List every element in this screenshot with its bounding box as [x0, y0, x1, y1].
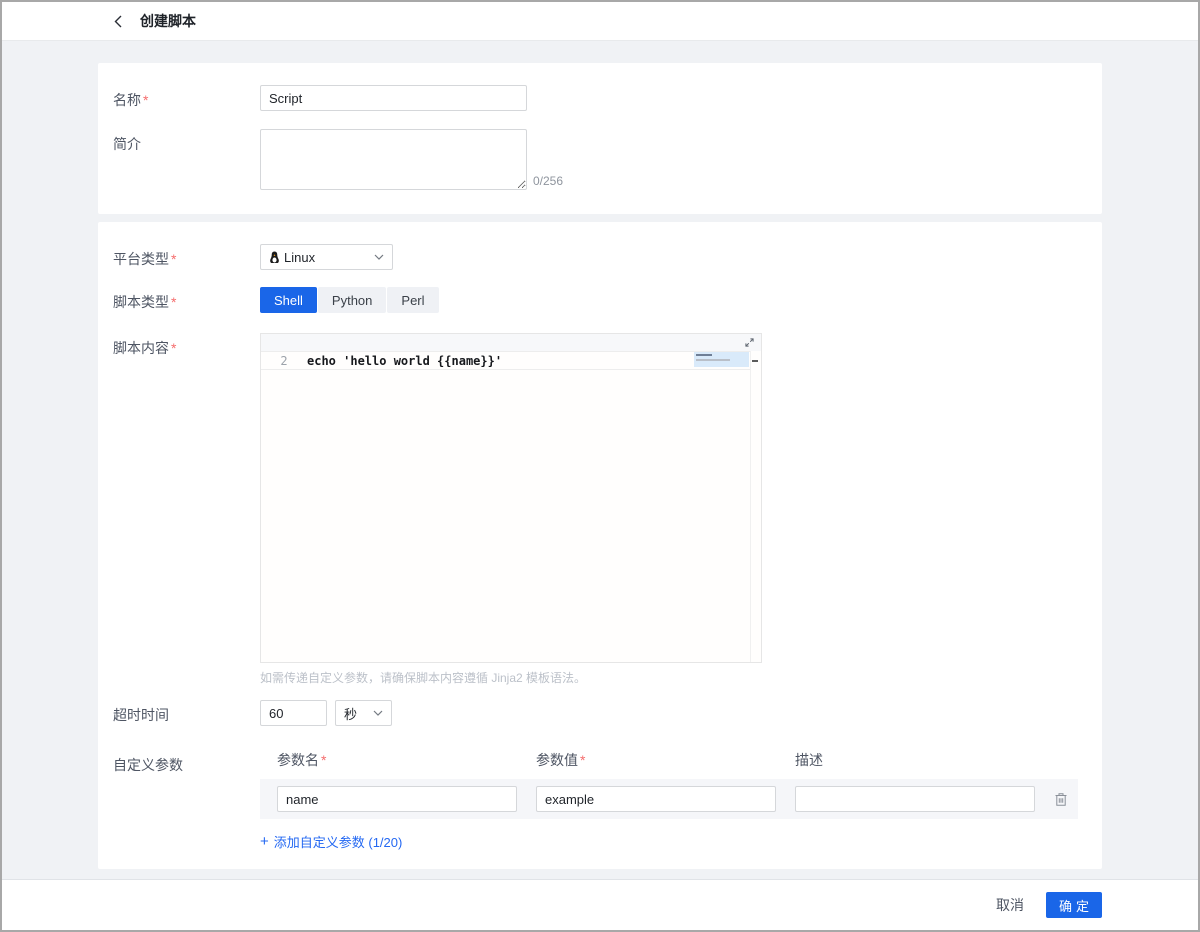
- param-header-row: 参数名* 参数值* 描述: [260, 750, 1078, 770]
- script-type-label: 脚本类型*: [113, 287, 260, 313]
- code-text: echo 'hello world {{name}}': [307, 354, 502, 368]
- platform-label: 平台类型*: [113, 244, 260, 270]
- param-name-input[interactable]: [277, 786, 517, 812]
- intro-label: 简介: [113, 129, 260, 190]
- required-mark: *: [171, 294, 176, 310]
- timeout-unit-select[interactable]: 秒: [335, 700, 392, 726]
- basic-info-card: 名称* 简介 0/256: [98, 63, 1102, 214]
- param-name-header: 参数名*: [277, 750, 517, 770]
- line-number: 2: [261, 354, 307, 368]
- minimap-line: [696, 359, 730, 361]
- script-type-python[interactable]: Python: [318, 287, 386, 313]
- script-type-shell[interactable]: Shell: [260, 287, 317, 313]
- minimap-line: [696, 354, 712, 356]
- name-row: 名称*: [113, 85, 1082, 111]
- jinja2-hint: 如需传递自定义参数，请确保脚本内容遵循 Jinja2 模板语法。: [260, 669, 762, 686]
- plus-icon: +: [260, 834, 269, 849]
- custom-params-row: 自定义参数 参数名* 参数值* 描述: [113, 750, 1082, 851]
- fullscreen-icon[interactable]: [745, 338, 754, 347]
- name-input[interactable]: [260, 85, 527, 111]
- confirm-button[interactable]: 确定: [1046, 892, 1102, 918]
- cancel-button[interactable]: 取消: [996, 895, 1024, 915]
- intro-textarea[interactable]: [260, 129, 527, 190]
- chevron-down-icon: [373, 710, 383, 716]
- required-mark: *: [171, 251, 176, 267]
- required-mark: *: [580, 752, 585, 768]
- name-label: 名称*: [113, 85, 260, 111]
- chevron-left-icon: [114, 15, 122, 28]
- param-row: [260, 779, 1078, 819]
- param-desc-header: 描述: [795, 750, 1035, 770]
- create-script-page: 创建脚本 名称* 简介 0/256 平台类型*: [0, 0, 1200, 932]
- platform-row: 平台类型* Linux: [113, 244, 1082, 270]
- param-value-input[interactable]: [536, 786, 776, 812]
- required-mark: *: [143, 92, 148, 108]
- timeout-input[interactable]: [260, 700, 327, 726]
- page-title: 创建脚本: [140, 11, 196, 31]
- footer-actions: 取消 确定: [2, 879, 1198, 930]
- platform-select[interactable]: Linux: [260, 244, 393, 270]
- add-param-button[interactable]: + 添加自定义参数 (1/20): [260, 832, 402, 851]
- script-type-perl[interactable]: Perl: [387, 287, 438, 313]
- intro-field-wrap: 0/256: [260, 129, 563, 190]
- timeout-label: 超时时间: [113, 700, 260, 726]
- editor-toolbar: [261, 334, 761, 351]
- page-header: 创建脚本: [2, 2, 1198, 41]
- back-button[interactable]: [110, 11, 126, 32]
- char-counter: 0/256: [533, 174, 563, 190]
- editor-column: 2 echo 'hello world {{name}}' 如需传递自定义参数，…: [260, 333, 762, 686]
- delete-param-button[interactable]: [1052, 790, 1070, 809]
- timeout-row: 超时时间 秒: [113, 700, 1082, 726]
- linux-penguin-icon: [269, 251, 280, 264]
- required-mark: *: [321, 752, 326, 768]
- editor-minimap: [694, 352, 749, 367]
- editor-content[interactable]: 2 echo 'hello world {{name}}': [261, 351, 761, 662]
- trash-icon: [1054, 792, 1068, 807]
- editor-scrollbar[interactable]: [750, 351, 761, 662]
- intro-row: 简介 0/256: [113, 129, 1082, 190]
- platform-select-value: Linux: [284, 250, 315, 265]
- script-content-label: 脚本内容*: [113, 333, 260, 686]
- param-value-header: 参数值*: [536, 750, 776, 770]
- custom-params-label: 自定义参数: [113, 750, 260, 851]
- script-type-group: Shell Python Perl: [260, 287, 439, 313]
- script-type-row: 脚本类型* Shell Python Perl: [113, 287, 1082, 313]
- code-editor[interactable]: 2 echo 'hello world {{name}}': [260, 333, 762, 663]
- script-settings-card: 平台类型* Linux 脚本类型* Shell Python Pe: [98, 222, 1102, 869]
- chevron-down-icon: [374, 254, 384, 260]
- custom-params-table: 参数名* 参数值* 描述 + 添加自定义参数 (1/20: [260, 750, 1078, 851]
- form-body: 名称* 简介 0/256 平台类型* Linux: [2, 41, 1198, 879]
- param-desc-input[interactable]: [795, 786, 1035, 812]
- overview-cursor-mark: [752, 360, 758, 362]
- current-code-line: 2 echo 'hello world {{name}}': [261, 351, 750, 370]
- required-mark: *: [171, 340, 176, 356]
- timeout-unit-value: 秒: [344, 704, 357, 723]
- script-content-row: 脚本内容* 2 echo 'hello world {{name}}': [113, 333, 1082, 686]
- add-param-label: 添加自定义参数 (1/20): [274, 832, 403, 851]
